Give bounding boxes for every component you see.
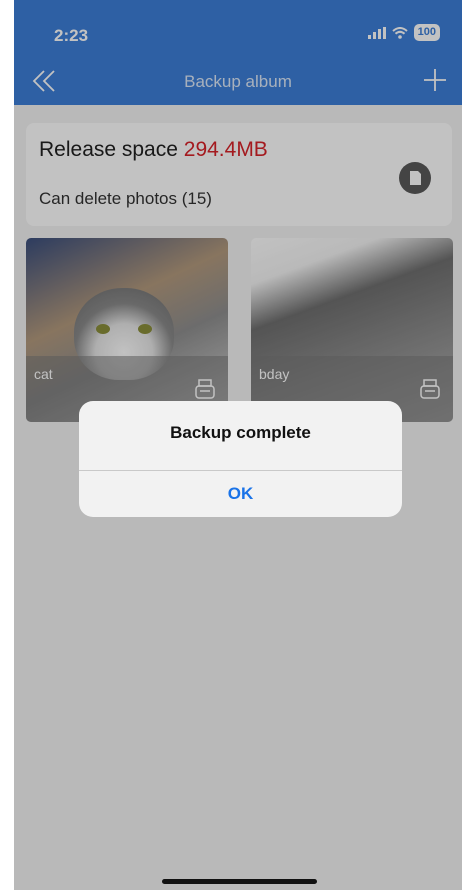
home-indicator[interactable] <box>162 879 317 884</box>
alert-title: Backup complete <box>170 423 311 442</box>
backup-complete-alert: Backup complete OK <box>79 401 402 517</box>
ok-button[interactable]: OK <box>79 471 402 517</box>
phone-screen: 2:23 100 Backup album Release space 294.… <box>14 0 462 890</box>
